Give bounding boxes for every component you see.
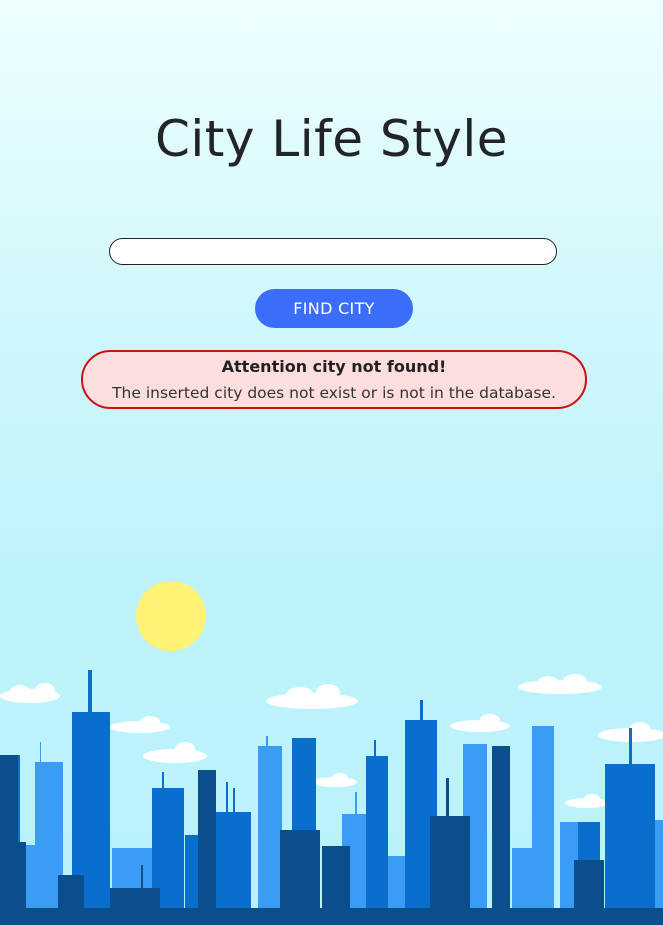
city-not-found-alert: Attention city not found! The inserted c… bbox=[81, 350, 587, 409]
cloud-icon bbox=[565, 794, 609, 808]
cloud-icon bbox=[0, 683, 60, 703]
alert-title: Attention city not found! bbox=[221, 357, 447, 376]
city-search-input[interactable] bbox=[109, 238, 557, 265]
alert-message: The inserted city does not exist or is n… bbox=[112, 384, 556, 402]
sun-icon bbox=[136, 581, 206, 651]
cloud-icon bbox=[266, 684, 358, 709]
cloud-icon bbox=[450, 714, 510, 732]
find-city-button[interactable]: FIND CITY bbox=[255, 289, 413, 328]
cloud-icon bbox=[518, 674, 602, 694]
cloud-icon bbox=[110, 716, 170, 733]
city-skyline-illustration bbox=[0, 581, 663, 925]
cloud-icon bbox=[313, 773, 357, 787]
cloud-icon bbox=[143, 742, 207, 763]
page-title: City Life Style bbox=[155, 110, 508, 168]
